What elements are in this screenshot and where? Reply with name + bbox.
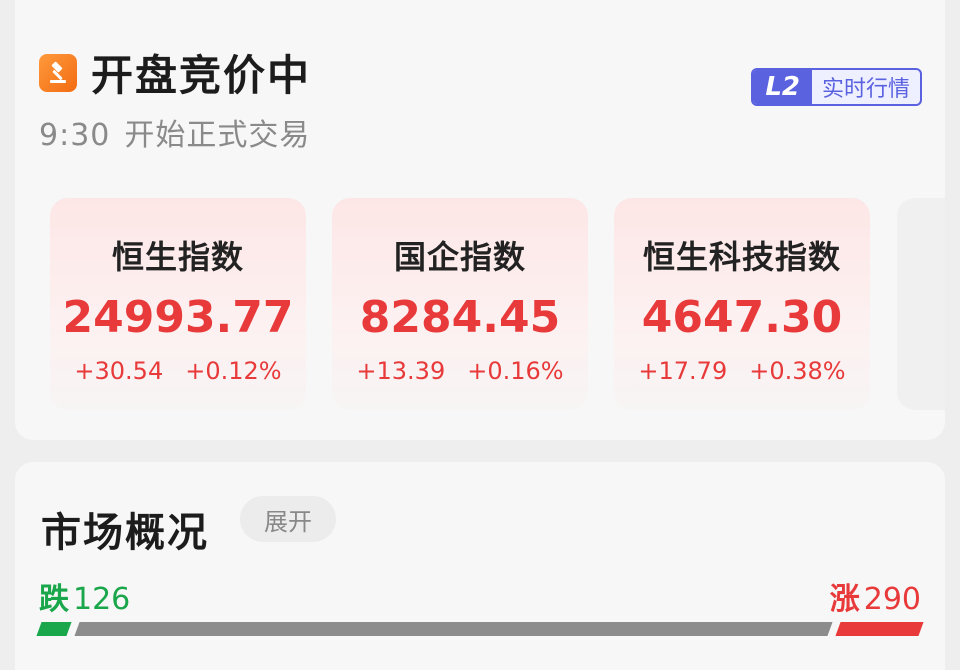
index-name: 国企指数 xyxy=(393,238,526,276)
expand-button[interactable]: 展开 xyxy=(240,496,336,542)
index-change-points: +17.79 xyxy=(638,357,728,385)
index-change-points: +13.39 xyxy=(356,357,446,385)
index-change: +17.79 +0.38% xyxy=(614,357,870,385)
index-card-hstech[interactable]: 恒生科技指数 4647.30 +17.79 +0.38% xyxy=(614,198,870,410)
flat-segment xyxy=(74,622,833,636)
trading-status-text: 开始正式交易 xyxy=(124,118,311,153)
realtime-badge-text: 实时行情 xyxy=(821,77,910,102)
l2-badge-label: L2 xyxy=(753,70,812,104)
index-change-points: +30.54 xyxy=(74,357,164,385)
rise-fall-ratio-bar xyxy=(36,622,924,636)
fall-label-text: 跌 xyxy=(39,582,69,617)
auction-status-card: 开盘竞价中 9:30 开始正式交易 L2 实时行情 恒生指数 24993.77 +… xyxy=(15,0,945,440)
index-name: 恒生指数 xyxy=(111,238,244,276)
index-value: 24993.77 xyxy=(62,292,294,343)
rise-count: 290 xyxy=(863,582,921,617)
auction-hammer-icon xyxy=(39,53,77,92)
index-change-percent: +0.12% xyxy=(185,357,282,385)
index-change: +30.54 +0.12% xyxy=(50,357,306,385)
index-value: 8284.45 xyxy=(359,292,561,343)
fall-count-label: 跌 126 xyxy=(39,574,130,618)
page-title: 开盘竞价中 xyxy=(91,51,312,100)
rise-label-text: 涨 xyxy=(829,582,860,617)
l2-realtime-badge[interactable]: L2 实时行情 xyxy=(751,68,922,106)
index-change-percent: +0.38% xyxy=(749,357,846,385)
rise-count-label: 涨 290 xyxy=(830,574,921,618)
rise-segment xyxy=(835,622,924,636)
market-overview-title: 市场概况 xyxy=(41,510,209,556)
index-change: +13.39 +0.16% xyxy=(332,357,588,385)
trading-subtitle: 9:30 开始正式交易 xyxy=(39,110,310,154)
title-row: 开盘竞价中 xyxy=(39,42,311,103)
index-name: 恒生科技指数 xyxy=(642,238,841,276)
fall-segment xyxy=(36,622,72,636)
trading-time: 9:30 xyxy=(39,118,111,153)
index-card-partial[interactable]: A xyxy=(897,198,945,410)
market-overview-card: 市场概况 展开 跌 126 涨 290 xyxy=(15,462,945,670)
index-value: 4647.30 xyxy=(641,292,843,343)
index-change-percent: +0.16% xyxy=(467,357,564,385)
fall-count: 126 xyxy=(73,582,131,617)
index-card-hsi[interactable]: 恒生指数 24993.77 +30.54 +0.12% xyxy=(50,198,306,410)
index-card-hscei[interactable]: 国企指数 8284.45 +13.39 +0.16% xyxy=(332,198,588,410)
